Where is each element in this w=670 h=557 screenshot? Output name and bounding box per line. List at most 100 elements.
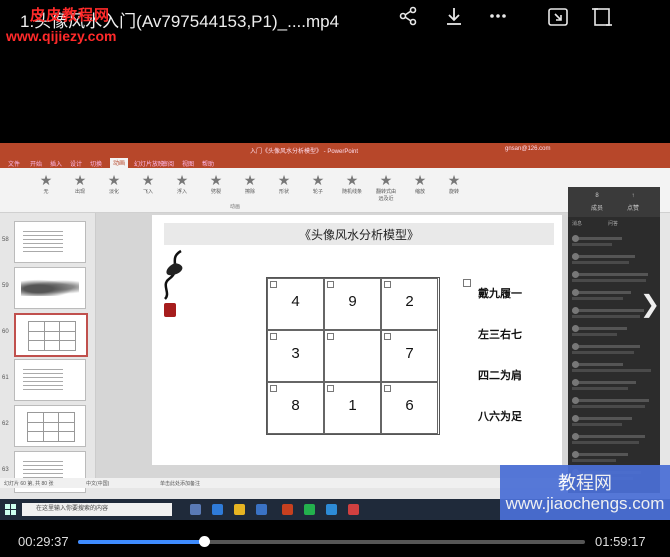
grid-cell: 6: [381, 382, 438, 434]
grid-number: 7: [405, 345, 414, 362]
animation-effect-button[interactable]: ★ 随机线条: [340, 172, 364, 195]
chat-tab-messages[interactable]: 消息: [572, 220, 582, 227]
slide-thumbnail[interactable]: [14, 267, 86, 309]
more-icon[interactable]: [485, 6, 511, 32]
slide-number: 60: [2, 329, 9, 335]
avatar: [572, 451, 579, 458]
powerpoint-taskbar-icon[interactable]: [282, 504, 293, 515]
cell-marker-icon: [270, 333, 277, 340]
avatar: [572, 397, 579, 404]
file-explorer-icon[interactable]: [234, 504, 245, 515]
progress-fill: [78, 540, 204, 544]
star-icon: ★: [447, 172, 461, 188]
ppt-tab[interactable]: 文件: [8, 159, 20, 168]
ppt-tab[interactable]: 帮助: [202, 159, 214, 168]
slide-number: 61: [2, 375, 9, 381]
windows-start-icon[interactable]: [5, 504, 16, 515]
fullscreen-icon[interactable]: [589, 6, 615, 32]
grid-number: 4: [291, 293, 300, 310]
avatar: [572, 289, 579, 296]
watermark-br-url: www.jiaochengs.com: [505, 494, 665, 513]
download-icon[interactable]: [441, 6, 467, 32]
ppt-title-bar: 入门《头像风水分析模型》 - PowerPoint gnsan@126.com: [0, 143, 670, 157]
ppt-tab[interactable]: 插入: [50, 159, 62, 168]
slide-canvas-area: 《头像风水分析模型》 4 9 2 3 7 8 1 6 戴九履一 左三右七 四二为肩 八六为足: [96, 213, 568, 478]
chat-tab-qa[interactable]: 问答: [608, 220, 618, 227]
grid-cell: 3: [267, 330, 324, 382]
recorded-screen: 入门《头像风水分析模型》 - PowerPoint gnsan@126.com …: [0, 143, 670, 520]
status-language: 中文(中国): [86, 481, 110, 487]
star-icon: ★: [107, 172, 121, 188]
recorder-icon[interactable]: [348, 504, 359, 515]
app-icon[interactable]: [326, 504, 337, 515]
avatar: [572, 415, 579, 422]
animation-effect-button[interactable]: ★ 劈裂: [204, 172, 228, 195]
progress-bar[interactable]: [78, 536, 585, 547]
edge-browser-icon[interactable]: [212, 504, 223, 515]
animation-effect-label: 形状: [278, 189, 289, 195]
star-icon: ★: [141, 172, 155, 188]
animation-effect-button[interactable]: ★ 缩放: [408, 172, 432, 195]
ppt-tab[interactable]: 设计: [70, 159, 82, 168]
animation-effect-button[interactable]: ★ 擦除: [238, 172, 262, 195]
slide-number: 58: [2, 237, 9, 243]
animation-effect-label: 出现: [74, 189, 85, 195]
progress-knob[interactable]: [198, 536, 210, 547]
ppt-tab[interactable]: 动画: [110, 158, 129, 168]
chat-message: [572, 379, 656, 395]
chat-like-icon[interactable]: ↑: [618, 193, 648, 199]
status-slide-count: 幻灯片 60 第, 共 80 张: [4, 481, 54, 487]
taskbar-search-input[interactable]: 在这里输入你要搜索的内容: [22, 503, 172, 516]
grid-number: 8: [291, 397, 300, 414]
player-controls: 00:29:37 01:59:17: [0, 525, 670, 557]
watermark-bottom-right: 教程网 www.jiaochengs.com: [500, 465, 670, 520]
animation-effect-button[interactable]: ★ 飞入: [136, 172, 160, 195]
ppt-tab[interactable]: 审阅: [162, 159, 174, 168]
slide-number: 62: [2, 421, 9, 427]
slide-thumbnail[interactable]: [14, 221, 86, 263]
animation-effect-label: 随机线条: [341, 189, 362, 195]
chat-message: [572, 325, 656, 341]
ppt-status-bar: 幻灯片 60 第, 共 80 张 中文(中国) 单击此处添加备注: [0, 478, 568, 488]
slide-thumbnail[interactable]: [14, 359, 86, 401]
share-icon[interactable]: [395, 6, 421, 32]
slide-thumbnail[interactable]: [14, 405, 86, 447]
animation-effect-button[interactable]: ★ 淡化: [102, 172, 126, 195]
animation-effect-button[interactable]: ★ 浮入: [170, 172, 194, 195]
current-time: 00:29:37: [18, 534, 69, 549]
chat-tabs: 消息 问答: [568, 220, 660, 230]
ppt-tab[interactable]: 开始: [30, 159, 42, 168]
animation-effect-button[interactable]: ★ 翻转式由远及近: [374, 172, 398, 202]
grid-cell: 8: [267, 382, 324, 434]
grid-number: 3: [291, 345, 300, 362]
animation-effect-label: 轮子: [312, 189, 323, 195]
cell-marker-icon: [270, 385, 277, 392]
current-slide: 《头像风水分析模型》 4 9 2 3 7 8 1 6 戴九履一 左三右七 四二为肩 八六为足: [152, 215, 562, 465]
animation-effect-button[interactable]: ★ 形状: [272, 172, 296, 195]
animation-effect-button[interactable]: ★ 旋转: [442, 172, 466, 195]
grid-cell: 4: [267, 278, 324, 330]
star-icon: ★: [243, 172, 257, 188]
notes-hint[interactable]: 单击此处添加备注: [160, 480, 200, 487]
animation-effect-label: 淡化: [108, 189, 119, 195]
total-time: 01:59:17: [595, 534, 646, 549]
animation-effect-button[interactable]: ★ 无: [34, 172, 58, 195]
task-view-icon[interactable]: [190, 504, 201, 515]
ppt-tab[interactable]: 切换: [90, 159, 102, 168]
wechat-icon[interactable]: [304, 504, 315, 515]
animation-effect-button[interactable]: ★ 出现: [68, 172, 92, 195]
slide-thumbnail[interactable]: [14, 313, 88, 357]
slide-number: 59: [2, 283, 9, 289]
ppt-tab[interactable]: 视图: [182, 159, 194, 168]
ppt-tab[interactable]: 幻灯片放映: [134, 159, 164, 168]
chat-header: 8 成员 ↑ 点赞: [568, 187, 660, 217]
animation-effect-button[interactable]: ★ 轮子: [306, 172, 330, 195]
ppt-ribbon-tabs: 文件 开始 插入 设计 切换 动画 幻灯片放映 审阅 视图 帮助: [0, 157, 670, 168]
chevron-right-icon[interactable]: ❯: [640, 290, 660, 319]
avatar: [572, 361, 579, 368]
store-icon[interactable]: [256, 504, 267, 515]
animation-effect-label: 飞入: [142, 189, 153, 195]
picture-in-picture-icon[interactable]: [545, 6, 571, 32]
ink-brush-icon: [163, 249, 183, 317]
rhyme-line: 八六为足: [478, 411, 522, 423]
